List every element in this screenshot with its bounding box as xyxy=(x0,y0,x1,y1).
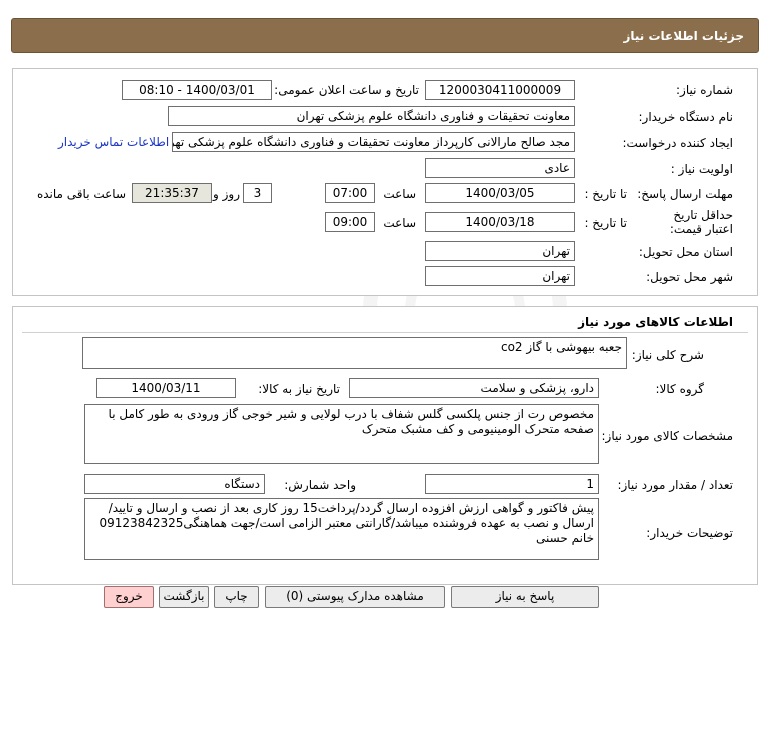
need-info-panel xyxy=(12,68,758,296)
time-remaining-field: 21:35:37 xyxy=(132,183,212,203)
general-desc-label: شرح کلی نیاز: xyxy=(631,348,704,362)
specs-label: مشخصات کالای مورد نیاز: xyxy=(601,429,733,443)
quantity-field: 1 xyxy=(425,474,599,494)
priority-label: اولویت نیاز : xyxy=(670,162,733,176)
need-number-field: 1200030411000009 xyxy=(425,80,575,100)
attachments-button[interactable]: مشاهده مدارک پیوستی (0) xyxy=(265,586,445,608)
page-title: جزئیات اطلاعات نیاز xyxy=(623,29,744,43)
deadline-date-field: 1400/03/05 xyxy=(425,183,575,203)
page-header: جزئیات اطلاعات نیاز xyxy=(11,18,759,53)
time-remaining-label: ساعت باقی مانده xyxy=(36,187,126,201)
need-date-label: تاریخ نیاز به کالا: xyxy=(258,382,340,396)
goods-group-label: گروه کالا: xyxy=(655,382,705,396)
validity-to-date-label: تا تاریخ : xyxy=(584,216,627,230)
city-field: تهران xyxy=(425,266,575,286)
deadline-to-date-label: تا تاریخ : xyxy=(584,187,627,201)
need-date-field: 1400/03/11 xyxy=(96,378,236,398)
quantity-label: تعداد / مقدار مورد نیاز: xyxy=(617,478,733,492)
validity-date-field: 1400/03/18 xyxy=(425,212,575,232)
city-label: شهر محل تحویل: xyxy=(646,270,733,284)
print-button[interactable]: چاپ xyxy=(214,586,259,608)
need-number-label: شماره نیاز: xyxy=(676,83,733,97)
requester-field: مجد صالح مارالانی کارپرداز معاونت تحقیقا… xyxy=(172,132,575,152)
unit-field: دستگاه xyxy=(84,474,265,494)
deadline-time-field: 07:00 xyxy=(325,183,375,203)
back-button[interactable]: بازگشت xyxy=(159,586,209,608)
deadline-label: مهلت ارسال پاسخ: xyxy=(637,187,733,201)
exit-button[interactable]: خروج xyxy=(104,586,154,608)
buyer-notes-label: توضیحات خریدار: xyxy=(646,526,733,540)
validity-time-field: 09:00 xyxy=(325,212,375,232)
deadline-time-label: ساعت xyxy=(383,187,416,201)
validity-time-label: ساعت xyxy=(383,216,416,230)
goods-group-field: دارو، پزشکی و سلامت xyxy=(349,378,599,398)
days-label: روز و xyxy=(213,187,240,201)
buyer-label: نام دستگاه خریدار: xyxy=(638,110,734,124)
goods-divider xyxy=(22,332,748,333)
buyer-field: معاونت تحقیقات و فناوری دانشگاه علوم پزش… xyxy=(168,106,575,126)
unit-label: واحد شمارش: xyxy=(284,478,356,492)
reply-button[interactable]: پاسخ به نیاز xyxy=(451,586,599,608)
priority-field: عادی xyxy=(425,158,575,178)
province-field: تهران xyxy=(425,241,575,261)
buyer-notes-field: پیش فاکتور و گواهی ارزش افزوده ارسال گرد… xyxy=(84,498,599,560)
general-desc-field: جعبه بیهوشی با گاز co2 xyxy=(82,337,627,369)
validity-label: حداقل تاریخ اعتبار قیمت: xyxy=(669,208,733,236)
announce-field: 1400/03/01 - 08:10 xyxy=(122,80,272,100)
days-remaining-field: 3 xyxy=(243,183,272,203)
announce-label: تاریخ و ساعت اعلان عمومی: xyxy=(274,83,419,97)
specs-field: مخصوص رت از جنس پلکسی گلس شفاف با درب لو… xyxy=(84,404,599,464)
buyer-contact-link[interactable]: اطلاعات تماس خریدار xyxy=(58,135,169,149)
province-label: استان محل تحویل: xyxy=(638,245,733,259)
requester-label: ایجاد کننده درخواست: xyxy=(622,136,733,150)
goods-section-title: اطلاعات کالاهای مورد نیاز xyxy=(578,315,733,329)
